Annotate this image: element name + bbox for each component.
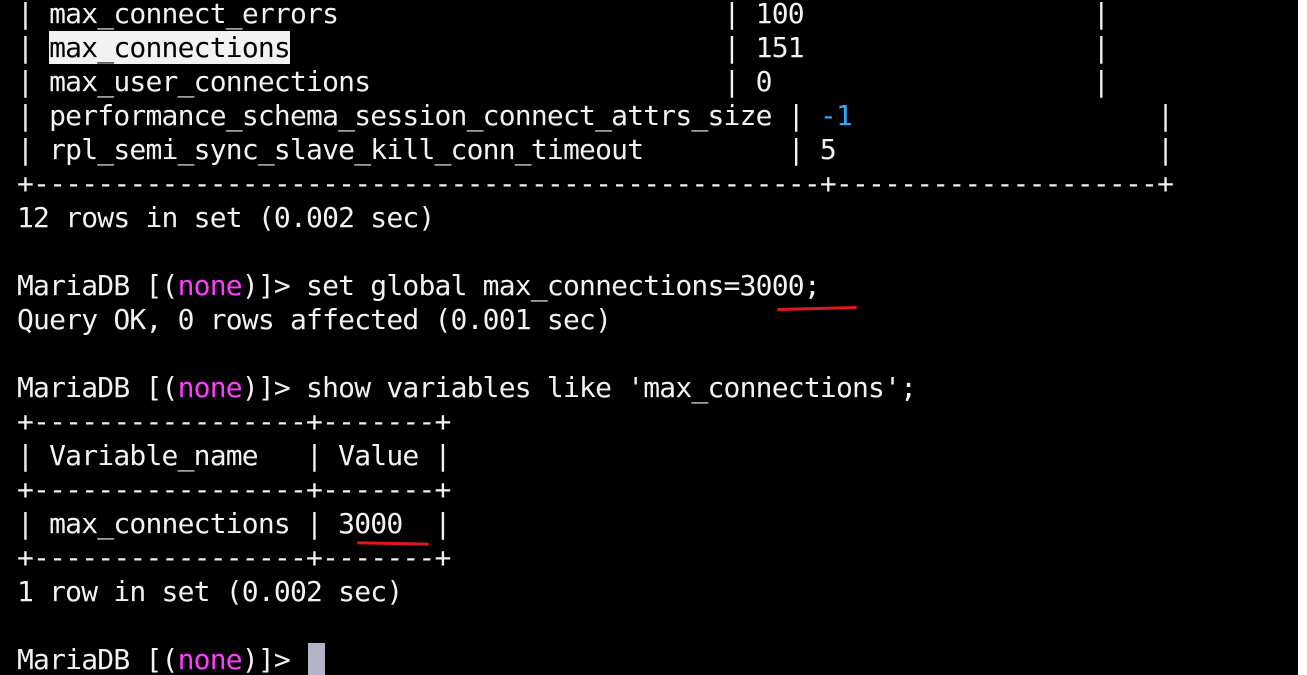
table-border: +-----------------+-------+ [17, 541, 451, 574]
table-border: +---------------------------------------… [17, 167, 1174, 200]
table-row: | max_connections | 151 | [17, 31, 1110, 64]
result-text: 12 rows in set (0.002 sec) [17, 201, 435, 234]
table-row: | performance_schema_session_connect_att… [17, 99, 1174, 132]
result-text: 1 row in set (0.002 sec) [17, 575, 403, 608]
table-border: +-----------------+-------+ [17, 405, 451, 438]
table-row: | max_connections | 3000 | [17, 507, 451, 540]
red-underline [776, 305, 858, 312]
terminal-window[interactable]: | max_connect_errors | 100 | | max_conne… [0, 0, 1298, 675]
selected-text: max_connections [49, 31, 291, 64]
table-header: | Variable_name | Value | [17, 439, 451, 472]
command-line: MariaDB [(none)]> show variables like 'm… [17, 371, 917, 404]
table-row: | max_connect_errors | 100 | [17, 0, 1110, 30]
prompt-line[interactable]: MariaDB [(none)]> [17, 643, 326, 675]
table-row: | max_user_connections | 0 | [17, 65, 1110, 98]
command-line: MariaDB [(none)]> set global max_connect… [17, 269, 821, 302]
text-cursor [308, 643, 326, 675]
result-text: Query OK, 0 rows affected (0.001 sec) [17, 303, 612, 336]
table-row: | rpl_semi_sync_slave_kill_conn_timeout … [17, 133, 1174, 166]
table-border: +-----------------+-------+ [17, 473, 451, 506]
